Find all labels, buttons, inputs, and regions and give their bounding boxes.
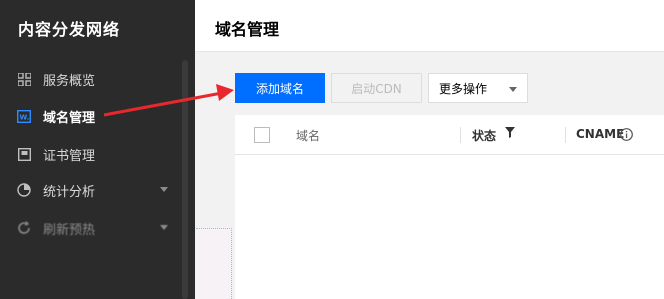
sidebar-item-overview[interactable]: 服务概览 bbox=[0, 61, 182, 97]
domain-table: 域名 状态 CNAME bbox=[235, 115, 664, 299]
svg-text:W.: W. bbox=[20, 113, 30, 121]
column-header-domain: 域名 bbox=[296, 129, 321, 143]
refresh-icon bbox=[17, 221, 31, 235]
column-divider bbox=[460, 127, 461, 143]
cdn-console: 内容分发网络 服务概览 W. 域名管理 证书管理 统计分析 刷新预热 域名管理 … bbox=[0, 0, 664, 299]
page-title: 域名管理 bbox=[215, 20, 280, 39]
more-actions-label: 更多操作 bbox=[439, 81, 488, 96]
column-divider bbox=[565, 127, 566, 143]
domain-icon: W. bbox=[17, 109, 31, 123]
info-icon[interactable] bbox=[620, 128, 633, 144]
chevron-down-icon bbox=[509, 87, 517, 92]
certificate-icon bbox=[17, 147, 31, 161]
column-header-status: 状态 bbox=[472, 129, 497, 143]
sidebar-item-label: 证书管理 bbox=[43, 148, 96, 164]
more-actions-dropdown[interactable]: 更多操作 bbox=[428, 73, 528, 103]
add-domain-button[interactable]: 添加域名 bbox=[235, 73, 325, 103]
sidebar-item-refresh-preheat[interactable]: 刷新预热 bbox=[0, 210, 182, 246]
sidebar-item-label: 统计分析 bbox=[43, 184, 96, 200]
pie-chart-icon bbox=[17, 183, 31, 197]
column-header-cname: CNAME bbox=[576, 127, 625, 141]
sidebar-item-label: 服务概览 bbox=[43, 73, 96, 89]
chevron-down-icon bbox=[160, 225, 168, 230]
sidebar-scrollbar[interactable] bbox=[182, 60, 188, 299]
sidebar-item-statistics[interactable]: 统计分析 bbox=[0, 172, 182, 208]
resize-handle-area bbox=[196, 228, 232, 299]
sidebar: 内容分发网络 服务概览 W. 域名管理 证书管理 统计分析 刷新预热 bbox=[0, 0, 195, 299]
enable-cdn-button[interactable]: 启动CDN bbox=[331, 73, 422, 103]
filter-icon[interactable] bbox=[505, 127, 515, 141]
page-header: 域名管理 bbox=[195, 0, 664, 52]
select-all-checkbox[interactable] bbox=[254, 127, 270, 143]
sidebar-item-domain-management[interactable]: W. 域名管理 bbox=[0, 98, 182, 134]
chevron-down-icon bbox=[160, 187, 168, 192]
sidebar-item-label: 刷新预热 bbox=[43, 222, 96, 238]
dashboard-grid-icon bbox=[17, 72, 31, 86]
sidebar-item-label: 域名管理 bbox=[43, 110, 96, 126]
sidebar-item-certificate-management[interactable]: 证书管理 bbox=[0, 136, 182, 172]
table-header: 域名 状态 CNAME bbox=[235, 115, 664, 155]
brand-title: 内容分发网络 bbox=[18, 20, 121, 39]
